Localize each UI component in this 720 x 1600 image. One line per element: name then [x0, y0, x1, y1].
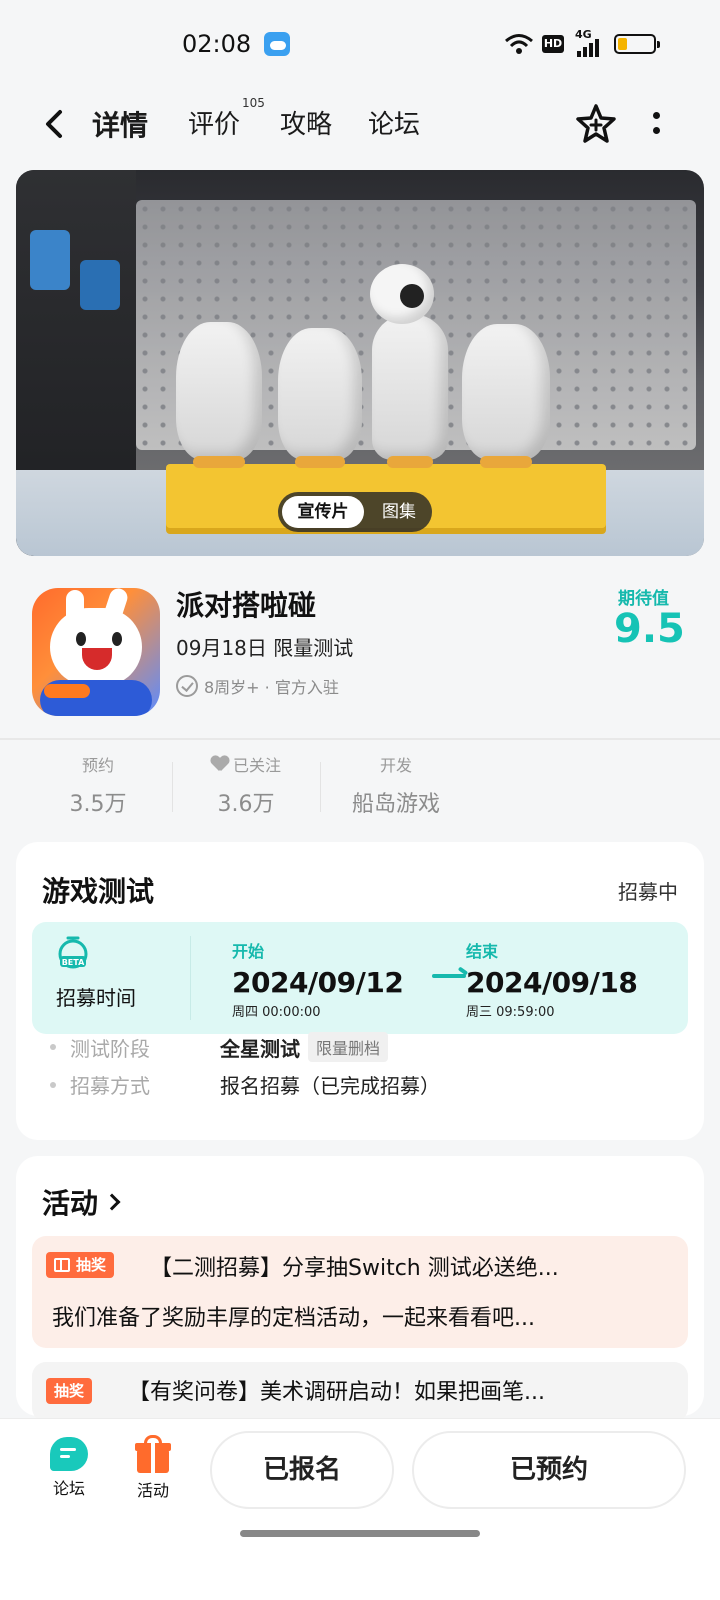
- bottom-action-bar: 论坛 活动 已报名 已预约: [0, 1418, 720, 1600]
- figurine: [462, 324, 550, 468]
- chat-icon: [50, 1437, 88, 1471]
- game-test-date: 09月18日 限量测试: [176, 636, 354, 660]
- lottery-tag: 抽奖: [46, 1252, 115, 1278]
- test-card-title: 游戏测试: [42, 875, 155, 908]
- game-title: 派对搭啦碰: [176, 589, 317, 622]
- back-arrow-icon[interactable]: [38, 106, 74, 142]
- activity-item[interactable]: 抽奖 【有奖问卷】美术调研启动！如果把画笔...: [32, 1362, 688, 1422]
- test-stage-tag: 限量删档: [308, 1032, 389, 1062]
- home-indicator[interactable]: [240, 1530, 480, 1537]
- svg-text:BETA: BETA: [62, 958, 85, 967]
- detail-recruit-method: 招募方式 报名招募（已完成招募）: [50, 1070, 440, 1099]
- forum-nav-button[interactable]: 论坛: [34, 1437, 104, 1499]
- stat-reservations: 预约 3.5万: [69, 756, 127, 817]
- age-rating-text: 8周岁+ · 官方入驻: [204, 678, 339, 697]
- game-test-card: 游戏测试 招募中 BETA 招募时间 开始 2024/09/12 周四 00:0…: [16, 842, 704, 1140]
- reserved-button[interactable]: 已预约: [412, 1431, 686, 1509]
- gallery-toggle-button[interactable]: 图集: [370, 496, 428, 528]
- hd-icon: HD: [542, 35, 564, 53]
- game-detail-page: 02:08 HD 4G 详情 评价 105 攻略 论坛 宣传片 图集 派对搭啦碰…: [0, 0, 720, 1600]
- divider: [0, 738, 720, 740]
- stat-followers[interactable]: 已关注 3.6万: [196, 752, 296, 818]
- lottery-tag: 抽奖: [46, 1378, 93, 1404]
- heart-icon: [211, 756, 229, 772]
- recruit-status: 招募中: [618, 880, 678, 904]
- activity-header[interactable]: 活动: [42, 1182, 121, 1222]
- figurine: [372, 314, 448, 468]
- detail-test-stage: 测试阶段 全星测试 限量删档: [50, 1032, 389, 1062]
- figurine: [278, 328, 362, 468]
- stat-developer[interactable]: 开发 船岛游戏: [334, 752, 458, 818]
- status-time: 02:08: [182, 30, 252, 58]
- activity-desc-text: 我们准备了奖励丰厚的定档活动，一起来看看吧...: [52, 1306, 535, 1331]
- gift-icon: [135, 1435, 171, 1473]
- tab-forum[interactable]: 论坛: [368, 104, 420, 141]
- battery-icon: [614, 34, 660, 54]
- reviews-count-badge: 105: [242, 96, 265, 110]
- activity-item[interactable]: 抽奖 【二测招募】分享抽Switch 测试必送绝... 我们准备了奖励丰厚的定档…: [32, 1236, 688, 1348]
- status-bar: 02:08 HD 4G: [0, 0, 720, 88]
- top-nav: 详情 评价 105 攻略 论坛: [0, 88, 720, 164]
- signed-up-button[interactable]: 已报名: [210, 1431, 394, 1509]
- verified-check-icon: [176, 675, 198, 697]
- tab-guides[interactable]: 攻略: [280, 104, 332, 141]
- chevron-right-icon: [103, 1193, 121, 1211]
- start-time: 开始 2024/09/12 周四 00:00:00: [232, 942, 404, 1020]
- weather-icon: [264, 32, 290, 56]
- beta-timer-icon: BETA: [58, 936, 88, 969]
- activity-title: 活动: [42, 1187, 99, 1220]
- activity-title-text: 【二测招募】分享抽Switch 测试必送绝...: [150, 1256, 559, 1281]
- wifi-icon: [505, 34, 533, 54]
- arrow-right-icon: [432, 974, 466, 978]
- game-meta: 8周岁+ · 官方入驻: [176, 674, 339, 698]
- tab-details[interactable]: 详情: [87, 104, 153, 144]
- video-toggle-button[interactable]: 宣传片: [282, 496, 364, 528]
- tab-reviews[interactable]: 评价: [188, 104, 240, 141]
- gift-icon: [54, 1258, 70, 1272]
- end-time: 结束 2024/09/18 周三 09:59:00: [466, 942, 638, 1020]
- activity-card: 活动 抽奖 【二测招募】分享抽Switch 测试必送绝... 我们准备了奖励丰厚…: [16, 1156, 704, 1422]
- stats-row: 预约 3.5万 已关注 3.6万 开发 船岛游戏: [0, 752, 720, 818]
- recruit-time-panel: BETA 招募时间 开始 2024/09/12 周四 00:00:00 结束 2…: [32, 922, 688, 1034]
- activity-nav-button[interactable]: 活动: [118, 1435, 188, 1501]
- media-toggle[interactable]: 宣传片 图集: [278, 492, 432, 532]
- promo-media-banner[interactable]: 宣传片 图集: [16, 170, 704, 556]
- recruit-time-label: 招募时间: [56, 986, 136, 1010]
- game-info: 派对搭啦碰 09月18日 限量测试 8周岁+ · 官方入驻 期待值 9.5: [0, 570, 720, 722]
- more-menu-icon[interactable]: [650, 108, 662, 140]
- star-plus-icon[interactable]: [574, 102, 618, 146]
- expectation-score: 9.5: [614, 606, 685, 652]
- signal-icon: 4G: [575, 28, 605, 57]
- game-app-icon: [32, 588, 160, 716]
- activity-title-text: 【有奖问卷】美术调研启动！如果把画笔...: [128, 1380, 545, 1405]
- figurine: [176, 322, 262, 468]
